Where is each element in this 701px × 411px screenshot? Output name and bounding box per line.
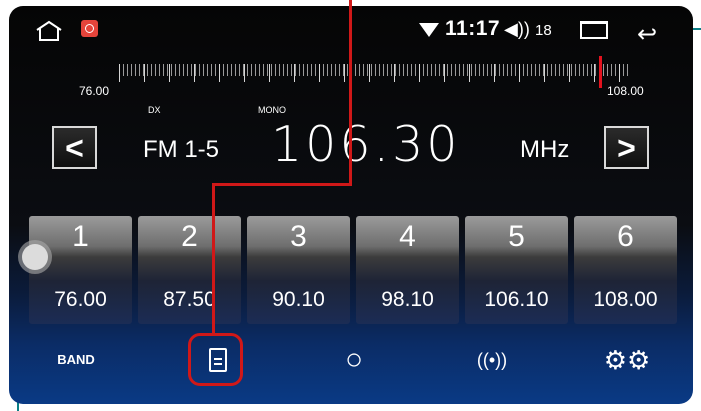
recent-apps-icon[interactable] xyxy=(580,21,608,39)
preset-button-5[interactable]: 5 106.10 xyxy=(465,216,568,324)
clock-time: 11:17 xyxy=(445,17,501,40)
band-name: FM 1-5 xyxy=(143,136,220,163)
preset-button-1[interactable]: 1 76.00 xyxy=(29,216,132,324)
preset-number: 5 xyxy=(508,220,525,253)
preset-number: 6 xyxy=(617,220,634,253)
preset-frequency: 98.10 xyxy=(381,288,434,311)
band-button[interactable]: BAND xyxy=(46,338,106,382)
app-icon[interactable] xyxy=(81,20,98,37)
radio-signal-button[interactable]: ((•)) xyxy=(462,338,522,382)
preset-number: 2 xyxy=(181,220,198,253)
preset-frequency: 106.10 xyxy=(484,288,549,311)
preset-number: 4 xyxy=(399,220,416,253)
preset-frequency: 76.00 xyxy=(54,288,107,311)
annotation-line xyxy=(349,0,352,185)
frequency-unit: MHz xyxy=(520,136,570,163)
preset-number: 3 xyxy=(290,220,307,253)
floating-assistive-button[interactable] xyxy=(22,244,48,270)
preset-frequency: 87.50 xyxy=(163,288,216,311)
mono-indicator: MONO xyxy=(258,105,286,115)
preset-button-4[interactable]: 4 98.10 xyxy=(356,216,459,324)
annotation-line xyxy=(212,183,352,186)
home-icon[interactable] xyxy=(35,20,63,42)
preset-button-2[interactable]: 2 87.50 xyxy=(138,216,241,324)
volume-icon[interactable]: ◀)) xyxy=(504,19,530,40)
volume-value: 18 xyxy=(535,22,552,39)
previous-station-button[interactable]: < xyxy=(52,126,97,169)
search-button[interactable]: ○ xyxy=(324,338,384,382)
preset-button-6[interactable]: 6 108.00 xyxy=(574,216,677,324)
back-icon[interactable]: ↩ xyxy=(637,20,657,49)
scale-min-label: 76.00 xyxy=(79,84,110,98)
preset-frequency: 90.10 xyxy=(272,288,325,311)
bottom-toolbar: BAND ○ ((•)) ⚙⚙ xyxy=(9,328,693,404)
scale-max-label: 108.00 xyxy=(607,84,644,98)
annotation-line xyxy=(212,183,215,334)
tuner-needle[interactable] xyxy=(599,56,602,88)
settings-button[interactable]: ⚙⚙ xyxy=(597,338,657,382)
annotation-highlight-box xyxy=(188,333,243,386)
tuner-scale-major-ticks xyxy=(119,64,629,82)
preset-frequency: 108.00 xyxy=(593,288,658,311)
frequency-display: 106.30 xyxy=(271,116,461,173)
dx-indicator: DX xyxy=(148,105,161,115)
next-station-button[interactable]: > xyxy=(604,126,649,169)
preset-button-3[interactable]: 3 90.10 xyxy=(247,216,350,324)
wifi-icon xyxy=(419,23,439,37)
